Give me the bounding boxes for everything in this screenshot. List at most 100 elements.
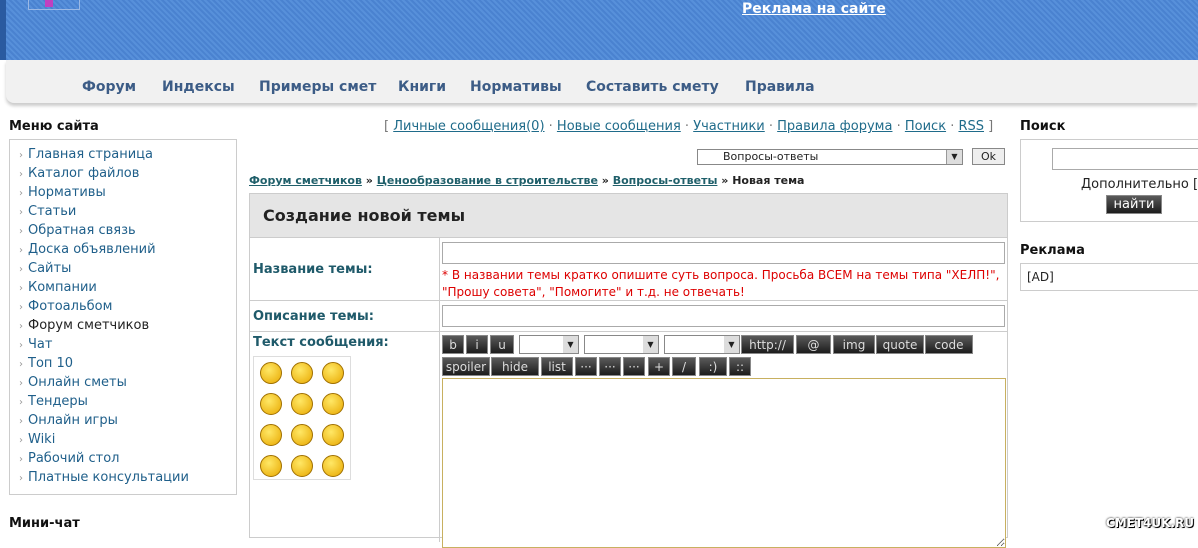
forum-select-value: Вопросы-ответы (723, 150, 819, 163)
smiley-icon[interactable] (322, 455, 344, 477)
smiley-icon[interactable] (322, 424, 344, 446)
menu-item[interactable]: Фотоальбом (19, 299, 112, 314)
nav-norms[interactable]: Нормативы (470, 79, 562, 95)
crumb-current: Новая тема (732, 174, 805, 187)
smiley-icon[interactable] (322, 393, 344, 415)
insert-button[interactable]: quote (876, 335, 924, 354)
insert-button[interactable]: list (541, 357, 573, 376)
format-dropdown[interactable]: ▼ (664, 335, 740, 354)
menu-item[interactable]: Сайты (19, 261, 71, 276)
menu-item[interactable]: Платные консультации (19, 470, 189, 485)
chevron-down-icon: ▼ (563, 336, 578, 353)
link-rss[interactable]: RSS (958, 119, 984, 134)
message-textarea[interactable] (442, 378, 1006, 548)
format-button[interactable]: u (490, 335, 514, 354)
site-menu: Главная страница Каталог файлов Нормативы С… (9, 139, 237, 495)
format-button[interactable]: i (466, 335, 488, 354)
form-title: Создание новой темы (250, 194, 1007, 238)
topic-warning: * В названии темы кратко опишите суть во… (442, 268, 1000, 299)
desc-input[interactable] (442, 305, 1005, 327)
crumb-forum[interactable]: Форум сметчиков (249, 174, 362, 187)
forum-select[interactable]: Вопросы-ответы ▼ (697, 149, 963, 165)
smiley-icon[interactable] (291, 393, 313, 415)
insert-button[interactable]: :: (729, 357, 751, 376)
insert-button[interactable]: ··· (623, 357, 645, 376)
link-rules[interactable]: Правила форума (777, 119, 892, 134)
menu-item[interactable]: Онлайн сметы (19, 375, 127, 390)
forum-links: [ Личные сообщения(0) · Новые сообщения … (384, 119, 994, 134)
smiley-icon[interactable] (260, 393, 282, 415)
logo[interactable] (28, 0, 80, 10)
topic-input[interactable] (442, 242, 1005, 264)
smiley-icon[interactable] (291, 424, 313, 446)
menu-item[interactable]: Компании (19, 280, 97, 295)
menu-item[interactable]: Обратная связь (19, 223, 136, 238)
crumb-section[interactable]: Ценообразование в строительстве (377, 174, 598, 187)
menu-item[interactable]: Нормативы (19, 185, 106, 200)
watermark: CMET4UK.RU (1105, 516, 1194, 530)
smiley-panel (253, 356, 351, 480)
search-box: Дополнительно [+] найти (1020, 139, 1198, 222)
nav-indexes[interactable]: Индексы (162, 79, 235, 95)
smiley-icon[interactable] (291, 362, 313, 384)
search-button[interactable]: найти (1106, 195, 1162, 214)
format-dropdown[interactable]: ▼ (584, 335, 659, 354)
advertise-link[interactable]: Реклама на сайте (742, 1, 886, 17)
smiley-icon[interactable] (291, 455, 313, 477)
nav-make-estimate[interactable]: Составить смету (586, 79, 719, 95)
ads-title: Реклама (1020, 243, 1085, 258)
menu-item[interactable]: Wiki (19, 432, 55, 447)
menu-item[interactable]: Доска объявлений (19, 242, 156, 257)
insert-button[interactable]: http:// (741, 335, 794, 354)
nav-forum[interactable]: Форум (82, 79, 136, 95)
chevron-down-icon: ▼ (643, 336, 658, 353)
minichat-title: Мини-чат (9, 516, 80, 531)
smiley-icon[interactable] (260, 455, 282, 477)
menu-item[interactable]: Рабочий стол (19, 451, 119, 466)
menu-item[interactable]: Тендеры (19, 394, 88, 409)
smiley-icon[interactable] (260, 362, 282, 384)
crumb-subsection[interactable]: Вопросы-ответы (613, 174, 718, 187)
menu-item[interactable]: Чат (19, 337, 52, 352)
nav-rules[interactable]: Правила (745, 79, 815, 95)
link-members[interactable]: Участники (693, 119, 765, 134)
text-label: Текст сообщения: (253, 335, 389, 350)
chevron-down-icon: ▼ (724, 336, 739, 353)
insert-button[interactable]: + (648, 357, 670, 376)
insert-button[interactable]: ··· (599, 357, 621, 376)
insert-button[interactable]: img (833, 335, 875, 354)
insert-button[interactable]: / (672, 357, 696, 376)
insert-button[interactable]: :) (699, 357, 727, 376)
smiley-icon[interactable] (322, 362, 344, 384)
ok-button[interactable]: Ok (972, 148, 1005, 165)
nav-examples[interactable]: Примеры смет (259, 79, 376, 95)
insert-button[interactable]: @ (796, 335, 831, 354)
desc-label: Описание темы: (253, 309, 374, 324)
format-button[interactable]: b (442, 335, 464, 354)
menu-item[interactable]: Статьи (19, 204, 76, 219)
menu-item[interactable]: Топ 10 (19, 356, 73, 371)
topic-label: Название темы: (253, 262, 373, 277)
insert-button[interactable]: code (925, 335, 973, 354)
nav-books[interactable]: Книги (398, 79, 446, 95)
new-topic-form: Создание новой темы Название темы: * В н… (249, 193, 1008, 548)
chevron-down-icon: ▼ (946, 150, 962, 164)
menu-item[interactable]: Форум сметчиков (19, 318, 149, 333)
smiley-icon[interactable] (260, 424, 282, 446)
link-new[interactable]: Новые сообщения (557, 119, 681, 134)
advanced-search-link[interactable]: Дополнительно [+] (1081, 177, 1198, 192)
insert-button[interactable]: spoiler (442, 357, 490, 376)
insert-button[interactable]: hide (491, 357, 539, 376)
format-dropdown[interactable]: ▼ (519, 335, 579, 354)
insert-button[interactable]: ··· (575, 357, 597, 376)
link-pm[interactable]: Личные сообщения(0) (393, 119, 544, 134)
search-input[interactable] (1052, 148, 1198, 170)
site-header: Реклама на сайте (0, 0, 1198, 60)
menu-item[interactable]: Онлайн игры (19, 413, 118, 428)
menu-item[interactable]: Каталог файлов (19, 166, 139, 181)
link-search[interactable]: Поиск (905, 119, 946, 134)
breadcrumb: Форум сметчиков » Ценообразование в стро… (249, 174, 805, 187)
menu-title: Меню сайта (9, 119, 99, 134)
main-nav: Форум Индексы Примеры смет Книги Нормати… (6, 60, 1198, 103)
menu-item[interactable]: Главная страница (19, 147, 153, 162)
